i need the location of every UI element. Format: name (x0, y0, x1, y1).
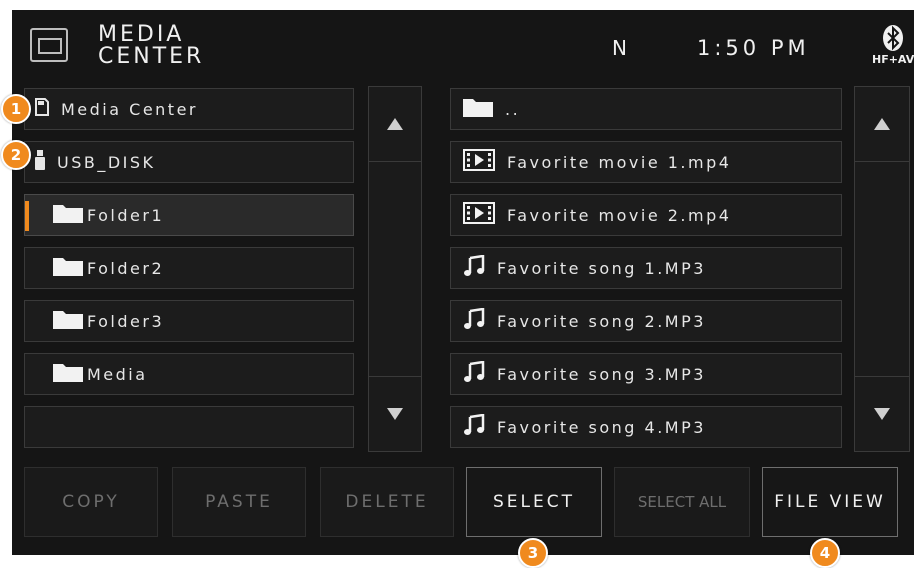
file-item[interactable]: Favorite song 4.MP3 (450, 406, 842, 448)
sd-card-icon (35, 98, 49, 120)
folder-icon (53, 256, 83, 280)
source-item (24, 406, 354, 448)
title-line-1: MEDIA (98, 22, 185, 47)
callout-badge-4: 4 (810, 538, 840, 568)
music-note-icon (463, 254, 485, 281)
source-item[interactable]: Folder3 (24, 300, 354, 342)
bluetooth-status: HF+AV (872, 24, 914, 66)
source-item-label: Folder1 (87, 205, 165, 225)
file-item-label: Favorite song 2.MP3 (497, 311, 706, 331)
left-scroll-down-button[interactable] (369, 376, 421, 451)
clock: 1:50 PM (697, 36, 810, 60)
file-item-label: Favorite song 4.MP3 (497, 417, 706, 437)
file-item[interactable]: Favorite song 2.MP3 (450, 300, 842, 342)
file-item-label: .. (505, 99, 521, 119)
folder-icon (463, 97, 493, 121)
source-item-label: USB_DISK (57, 152, 156, 172)
folder-icon (53, 309, 83, 333)
left-scrollbar[interactable] (368, 86, 422, 452)
callout-badge-3: 3 (518, 538, 548, 568)
bluetooth-label: HF+AV (872, 53, 914, 66)
music-note-icon (463, 307, 485, 334)
file-item-label: Favorite song 1.MP3 (497, 258, 706, 278)
media-folder-icon[interactable] (30, 28, 68, 62)
file-item[interactable]: Favorite song 3.MP3 (450, 353, 842, 395)
source-item[interactable]: USB_DISK (24, 141, 354, 183)
source-list-panel: Media Center USB_DISK Folder1 Folder2 Folder… (12, 84, 440, 454)
arrow-up-icon (387, 118, 403, 130)
right-scrollbar[interactable] (854, 86, 910, 452)
paste-button[interactable]: PASTE (172, 467, 306, 537)
file-item-label: Favorite movie 1.mp4 (507, 152, 732, 172)
source-item-label: Media (87, 364, 148, 384)
source-item-label: Media Center (61, 99, 198, 119)
action-toolbar: COPY PASTE DELETE SELECT SELECT ALL FILE… (12, 454, 914, 555)
arrow-down-icon (874, 408, 890, 420)
left-scroll-up-button[interactable] (369, 87, 421, 162)
selected-marker (25, 201, 29, 231)
usb-icon (35, 150, 45, 174)
file-item-label: Favorite movie 2.mp4 (507, 205, 732, 225)
callout-badge-1: 1 (1, 94, 31, 124)
title-line-2: CENTER (98, 44, 205, 69)
file-list-panel: .. Favorite movie 1.mp4 Favorite movie 2.m… (440, 84, 914, 454)
file-view-button[interactable]: FILE VIEW (762, 467, 898, 537)
source-item[interactable]: Folder1 (24, 194, 354, 236)
select-all-button[interactable]: SELECT ALL (614, 467, 750, 537)
source-item-label: Folder3 (87, 311, 165, 331)
music-note-icon (463, 360, 485, 387)
media-center-screen: MEDIA CENTER N 1:50 PM HF+AV Media Cente… (12, 10, 914, 555)
file-item-label: Favorite song 3.MP3 (497, 364, 706, 384)
right-scroll-down-button[interactable] (855, 376, 909, 451)
right-scroll-up-button[interactable] (855, 87, 909, 162)
callout-badge-2: 2 (1, 140, 31, 170)
delete-button[interactable]: DELETE (320, 467, 454, 537)
header-bar: MEDIA CENTER N 1:50 PM HF+AV (12, 10, 914, 84)
select-button[interactable]: SELECT (466, 467, 602, 537)
source-item[interactable]: Media Center (24, 88, 354, 130)
folder-icon (53, 203, 83, 227)
file-item[interactable]: Favorite movie 1.mp4 (450, 141, 842, 183)
bluetooth-icon (883, 25, 903, 51)
music-note-icon (463, 413, 485, 440)
folder-icon (53, 362, 83, 386)
page-title: MEDIA CENTER (98, 24, 204, 68)
source-item[interactable]: Media (24, 353, 354, 395)
source-item[interactable]: Folder2 (24, 247, 354, 289)
video-icon (463, 149, 495, 175)
arrow-up-icon (874, 118, 890, 130)
file-item[interactable]: Favorite song 1.MP3 (450, 247, 842, 289)
file-item[interactable]: .. (450, 88, 842, 130)
source-item-label: Folder2 (87, 258, 165, 278)
video-icon (463, 202, 495, 228)
file-item[interactable]: Favorite movie 2.mp4 (450, 194, 842, 236)
gear-indicator: N (612, 36, 629, 60)
copy-button[interactable]: COPY (24, 467, 158, 537)
arrow-down-icon (387, 408, 403, 420)
